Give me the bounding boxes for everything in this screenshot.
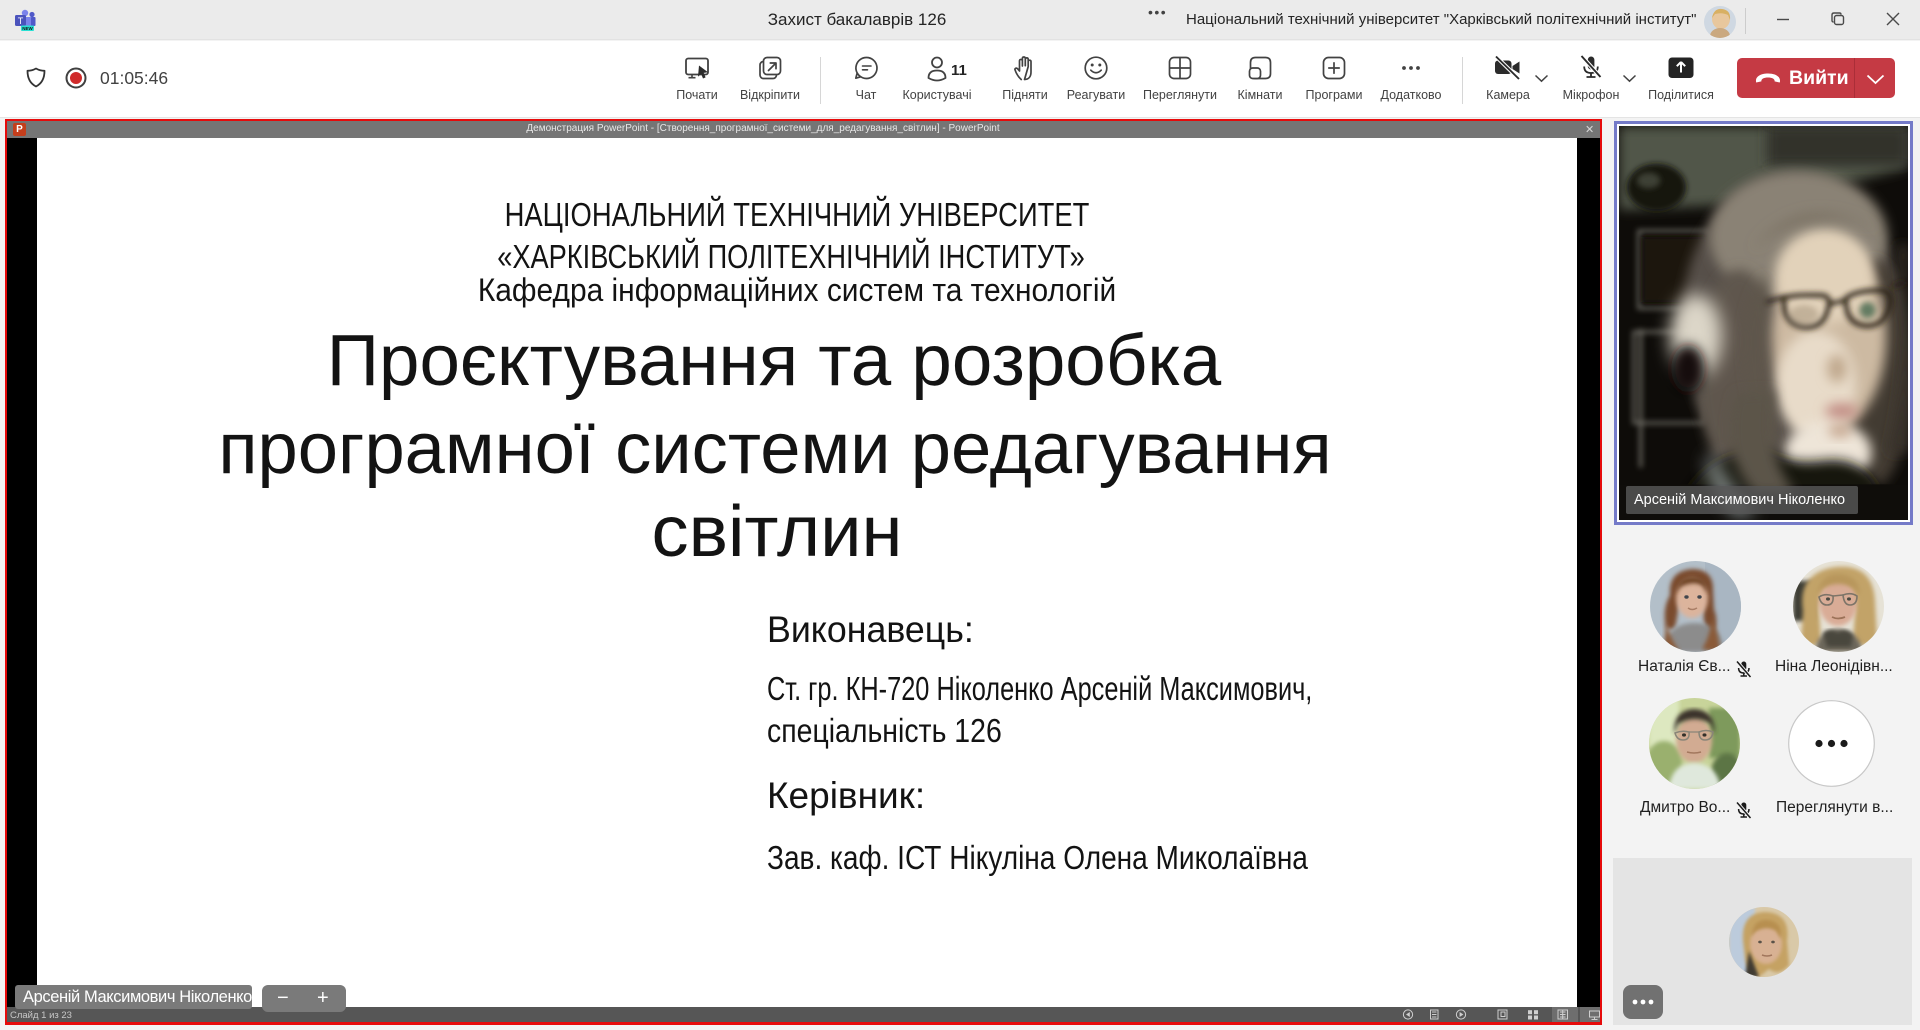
svg-text:NEW: NEW: [22, 26, 33, 31]
svg-text:T: T: [18, 16, 24, 26]
